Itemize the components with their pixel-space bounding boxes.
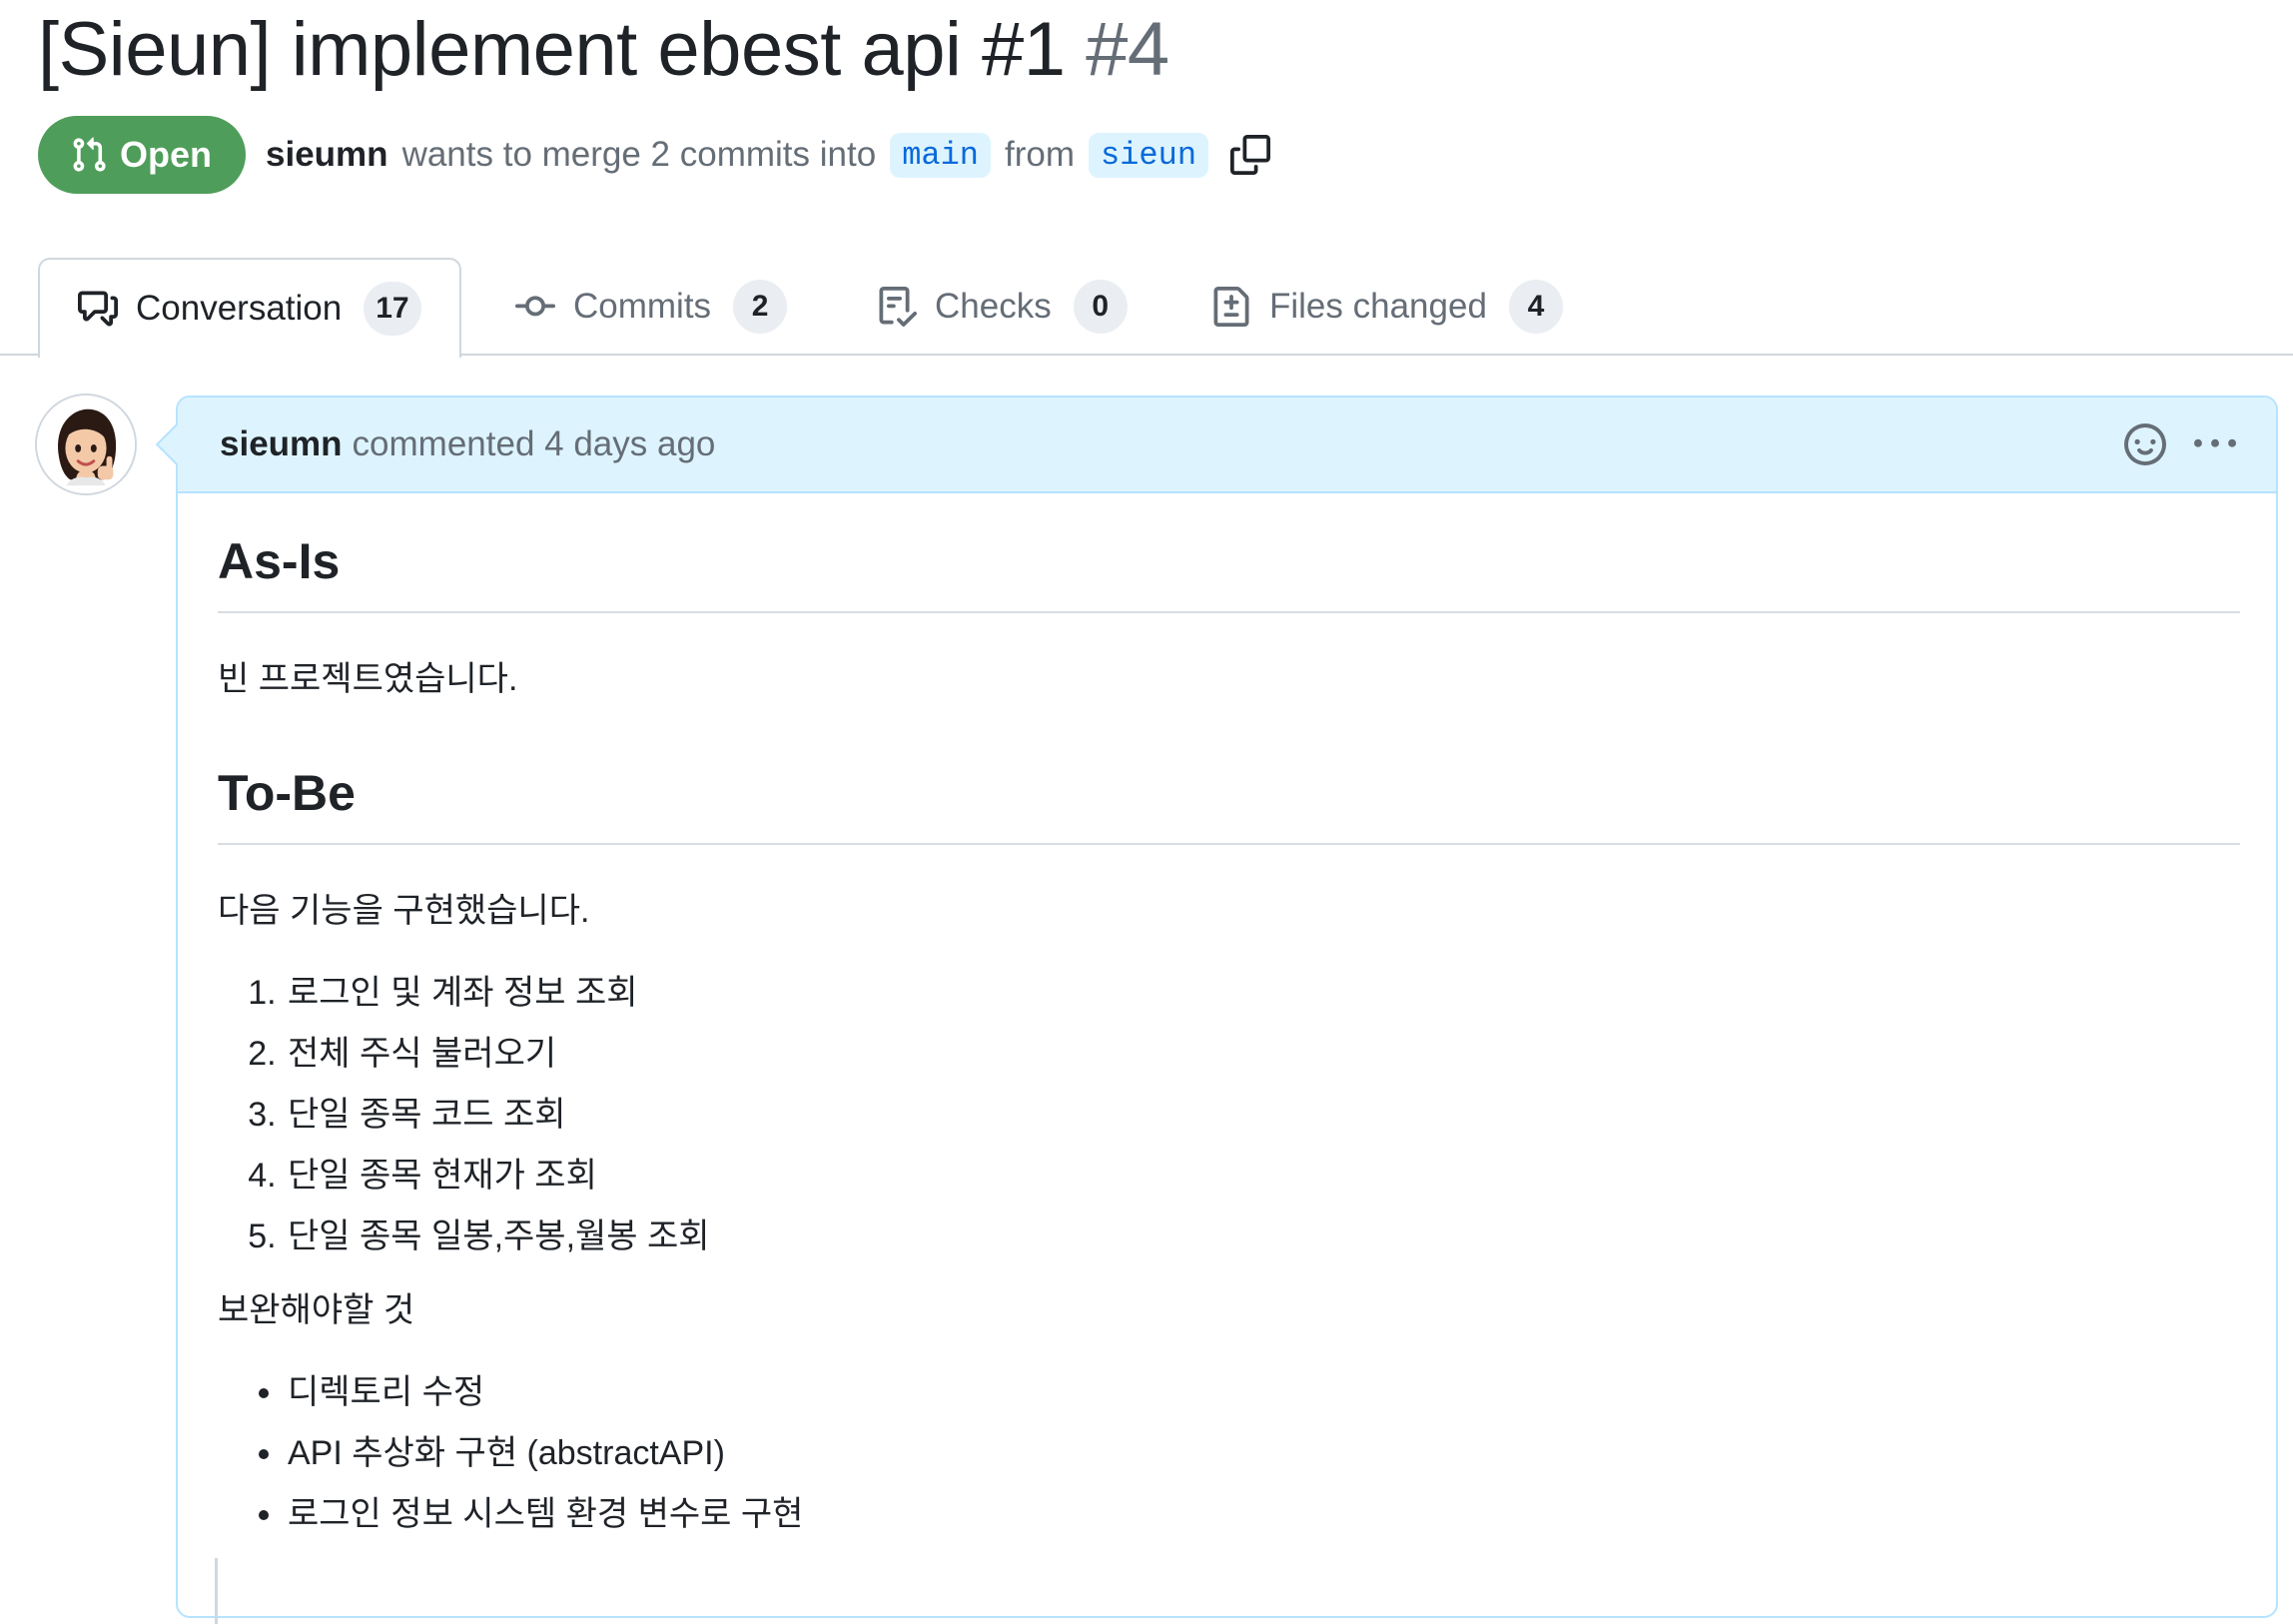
tab-commits-count: 2	[733, 280, 788, 334]
comment-body: As-Is 빈 프로젝트였습니다. To-Be 다음 기능을 구현했습니다. 로…	[178, 493, 2276, 1536]
copy-icon	[1230, 135, 1271, 175]
git-commit-icon	[515, 296, 555, 317]
copy-branch-button[interactable]	[1230, 135, 1271, 175]
pr-title: [Sieun] implement ebest api #1 #4	[38, 6, 1169, 94]
tab-conversation[interactable]: Conversation 17	[38, 258, 461, 358]
list-item: API 추상화 구현 (abstractAPI)	[286, 1431, 2240, 1475]
head-branch[interactable]: sieun	[1089, 132, 1209, 178]
tab-files-changed-count: 4	[1508, 280, 1563, 334]
add-reaction-button[interactable]	[2124, 423, 2166, 465]
feature-list: 로그인 및 계좌 정보 조회 전체 주식 불러오기 단일 종목 코드 조회 단일…	[218, 971, 2240, 1258]
tab-checks-count: 0	[1073, 280, 1128, 334]
comment-header: sieumn commented 4 days ago	[178, 398, 2276, 493]
pr-meta: Open sieumn wants to merge 2 commits int…	[38, 116, 1271, 194]
list-item: 전체 주식 불러오기	[286, 1032, 2240, 1076]
pr-title-text: [Sieun] implement ebest api #1	[38, 7, 1066, 92]
avatar[interactable]	[35, 394, 137, 495]
pull-request-page: [Sieun] implement ebest api #1 #4 Open s…	[0, 0, 2293, 1624]
base-branch[interactable]: main	[890, 132, 991, 178]
todo-paragraph: 보완해야할 것	[218, 1291, 415, 1329]
checklist-icon	[879, 287, 917, 327]
heading-to-be: To-Be	[218, 761, 2240, 845]
list-item: 단일 종목 코드 조회	[286, 1093, 2240, 1137]
tab-commits-label: Commits	[573, 287, 712, 326]
tab-conversation-count: 17	[364, 282, 421, 336]
kebab-horizontal-icon	[2194, 438, 2236, 447]
pr-description-comment: sieumn commented 4 days ago As-Is 빈 프로젝트…	[176, 396, 2278, 1618]
tab-checks[interactable]: Checks 0	[877, 258, 1128, 356]
heading-as-is: As-Is	[218, 529, 2240, 613]
todo-list: 디렉토리 수정 API 추상화 구현 (abstractAPI) 로그인 정보 …	[218, 1370, 2240, 1536]
timeline-connector	[215, 1558, 218, 1624]
smiley-icon	[2124, 423, 2166, 465]
file-diff-icon	[1213, 287, 1249, 327]
tab-checks-label: Checks	[935, 287, 1052, 326]
pr-author-link[interactable]: sieumn	[266, 135, 388, 175]
comment-author-link[interactable]: sieumn	[220, 424, 343, 464]
comment-actions	[2124, 423, 2236, 465]
tab-files-changed[interactable]: Files changed 4	[1211, 258, 1563, 356]
state-label: Open	[120, 134, 213, 175]
git-pull-request-icon	[73, 137, 106, 172]
list-item: 로그인 정보 시스템 환경 변수로 구현	[286, 1492, 2240, 1536]
pr-tabs: Conversation 17 Commits 2 Checks 0 Files…	[0, 258, 2293, 358]
memoji-avatar-icon	[37, 396, 135, 493]
comment-timestamp[interactable]: commented 4 days ago	[353, 424, 716, 464]
comment-discussion-icon	[78, 291, 118, 327]
tab-files-changed-label: Files changed	[1269, 287, 1487, 326]
to-be-paragraph: 다음 기능을 구현했습니다.	[218, 892, 590, 930]
comment-options-button[interactable]	[2194, 423, 2236, 465]
list-item: 로그인 및 계좌 정보 조회	[286, 971, 2240, 1015]
tab-commits[interactable]: Commits 2	[515, 258, 788, 356]
from-text: from	[1005, 135, 1075, 174]
list-item: 디렉토리 수정	[286, 1370, 2240, 1414]
state-badge: Open	[38, 116, 247, 194]
as-is-paragraph: 빈 프로젝트였습니다.	[218, 660, 518, 698]
list-item: 단일 종목 현재가 조회	[286, 1154, 2240, 1198]
tab-conversation-label: Conversation	[136, 289, 343, 328]
list-item: 단일 종목 일봉,주봉,월봉 조회	[286, 1215, 2240, 1258]
merge-text: wants to merge 2 commits into	[401, 135, 877, 174]
pr-number: #4	[1086, 7, 1169, 92]
